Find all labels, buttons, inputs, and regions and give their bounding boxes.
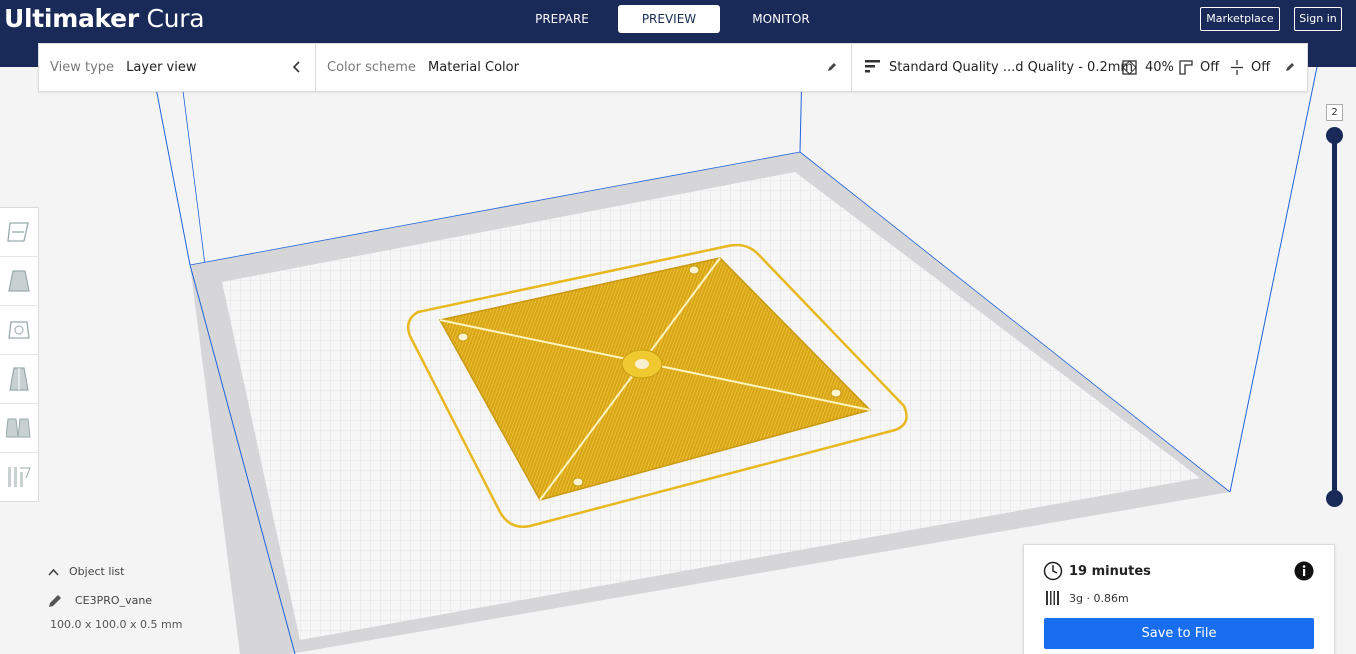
infill-icon (1122, 60, 1137, 75)
print-profile[interactable]: Standard Quality ...d Quality - 0.2mm (889, 44, 1133, 91)
object-list-item[interactable]: CE3PRO_vane (48, 591, 152, 611)
layer-slider: 2 (1324, 102, 1346, 512)
chevron-left-icon[interactable] (291, 61, 303, 73)
adhesion-value[interactable]: Off (1251, 44, 1277, 91)
pencil-icon[interactable] (1284, 61, 1296, 73)
filament-icon (1046, 591, 1059, 605)
mounting-hole (830, 388, 842, 398)
tab-prepare[interactable]: PREPARE (517, 5, 607, 33)
color-scheme-selector[interactable]: Color scheme Material Color (327, 44, 797, 91)
build-volume-edge (179, 67, 206, 266)
profile-bars-icon (865, 60, 880, 73)
mirror-icon (9, 367, 29, 391)
move-tool-button[interactable] (0, 208, 38, 257)
scale-tool-button[interactable] (0, 257, 38, 306)
material-usage: 3g · 0.86m (1069, 592, 1129, 605)
pencil-icon[interactable] (826, 61, 838, 73)
adhesion-icon (1231, 60, 1243, 75)
view-type-selector[interactable]: View type Layer view (50, 44, 310, 91)
infill-value[interactable]: 40% (1145, 44, 1179, 91)
view-type-label: View type (50, 60, 115, 75)
sign-in-button[interactable]: Sign in (1294, 7, 1342, 31)
per-model-settings-icon (6, 418, 31, 438)
save-to-file-button[interactable]: Save to File (1044, 618, 1314, 649)
layer-value-input[interactable]: 2 (1326, 104, 1343, 121)
print-info-panel: 19 minutes 3g · 0.86m Save to File (1023, 544, 1335, 654)
support-blocker-button[interactable] (0, 453, 38, 502)
profile-value: Standard Quality ...d Quality - 0.2mm (889, 60, 1134, 75)
per-model-settings-button[interactable] (0, 404, 38, 453)
center-hole (635, 359, 649, 369)
camera-view-buttons (52, 646, 202, 654)
pencil-icon (49, 595, 61, 607)
support-blocker-icon (8, 467, 31, 487)
mounting-hole (572, 477, 584, 487)
rotate-icon (8, 321, 30, 339)
app-logo: Ultimaker Cura (4, 4, 205, 33)
object-dimensions: 100.0 x 100.0 x 0.5 mm (50, 618, 183, 631)
slider-track[interactable] (1332, 132, 1337, 500)
marketplace-button[interactable]: Marketplace (1200, 7, 1280, 31)
tab-monitor[interactable]: MONITOR (735, 5, 827, 33)
support-icon (1179, 60, 1193, 75)
chevron-up-icon (48, 568, 59, 576)
scale-icon (8, 270, 30, 292)
lower-layer-handle[interactable] (1326, 490, 1343, 507)
divider (851, 44, 852, 91)
object-name: CE3PRO_vane (75, 594, 153, 607)
mirror-tool-button[interactable] (0, 355, 38, 404)
move-icon (7, 222, 29, 242)
color-scheme-value: Material Color (428, 60, 519, 75)
support-value[interactable]: Off (1200, 44, 1226, 91)
tab-preview[interactable]: PREVIEW (618, 5, 720, 33)
rotate-tool-button[interactable] (0, 306, 38, 355)
mounting-hole (457, 332, 469, 342)
settings-bar: View type Layer view Color scheme Materi… (38, 43, 1308, 92)
info-icon[interactable] (1294, 561, 1314, 581)
build-volume-edge (151, 67, 191, 266)
left-toolbar (0, 207, 39, 502)
print-time: 19 minutes (1069, 564, 1151, 579)
divider (315, 44, 316, 91)
build-volume-edge (1229, 67, 1318, 493)
object-list-toggle[interactable]: Object list (48, 562, 124, 582)
color-scheme-label: Color scheme (327, 60, 416, 75)
mounting-hole (688, 265, 700, 275)
object-list-header: Object list (69, 565, 125, 578)
upper-layer-handle[interactable] (1326, 127, 1343, 144)
clock-icon (1043, 561, 1063, 581)
view-type-value: Layer view (126, 60, 197, 75)
